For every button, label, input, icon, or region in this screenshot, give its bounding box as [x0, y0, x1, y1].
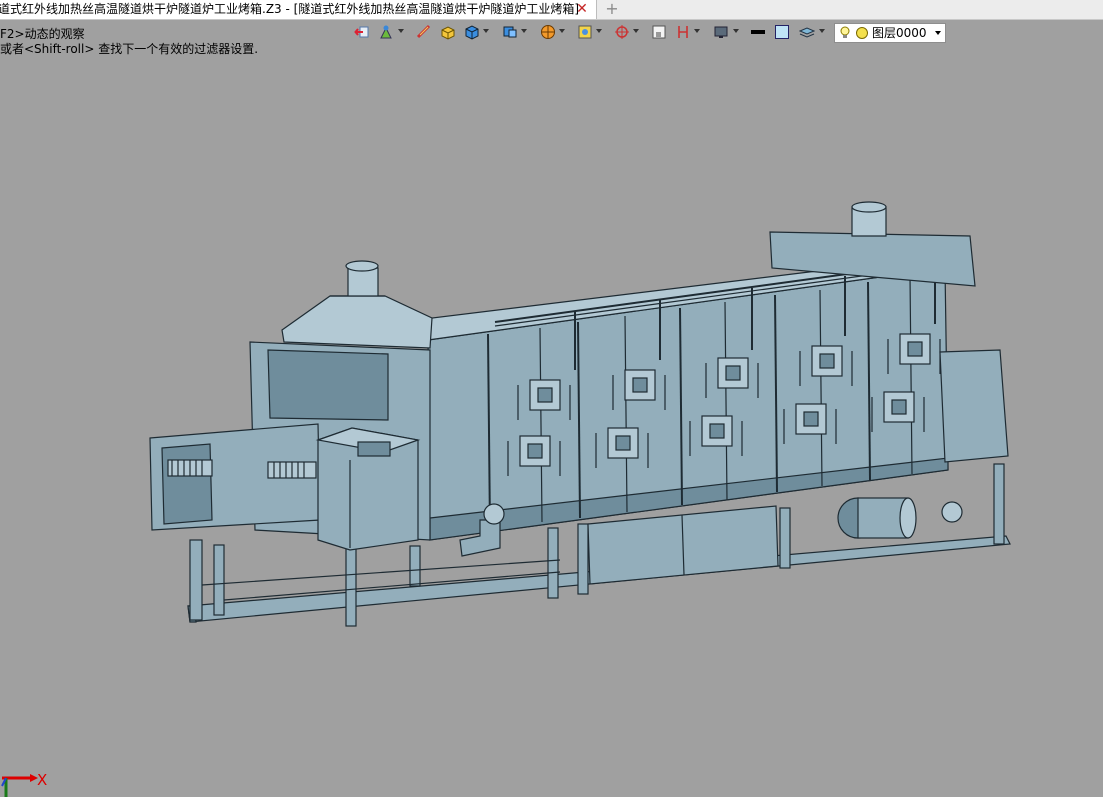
layer-select-arrow-icon[interactable]: [935, 31, 941, 35]
document-tab-title: 道式红外线加热丝高温隧道烘干炉隧道炉工业烤箱.Z3 - [隧道式红外线加热丝高温…: [0, 2, 579, 16]
pivot-icon[interactable]: [614, 24, 630, 40]
views-icon[interactable]: [502, 24, 518, 40]
document-tab[interactable]: 道式红外线加热丝高温隧道烘干炉隧道炉工业烤箱.Z3 - [隧道式红外线加热丝高温…: [0, 0, 597, 19]
box-solid-icon[interactable]: [440, 24, 456, 40]
pivot-dropdown-icon[interactable]: [633, 29, 639, 33]
shade-icon[interactable]: [577, 24, 593, 40]
hint-line-2: 或者<Shift-roll> 查找下一个有效的过滤器设置.: [0, 42, 259, 56]
lightbulb-icon[interactable]: [839, 26, 851, 40]
model-viewport[interactable]: .f { fill:#93aebb; stroke:#1e2b33; strok…: [0, 56, 1103, 797]
cube-dropdown-icon[interactable]: [483, 29, 489, 33]
layer-dropdown-icon[interactable]: [819, 29, 825, 33]
axis-x-label: X: [37, 771, 47, 789]
document-tab-bar: 道式红外线加热丝高温隧道烘干炉隧道炉工业烤箱.Z3 - [隧道式红外线加热丝高温…: [0, 0, 1103, 20]
face-color-icon[interactable]: [774, 24, 790, 40]
bracket-dropdown-icon[interactable]: [694, 29, 700, 33]
layer-color-swatch: [856, 27, 868, 39]
paint-dropdown-icon[interactable]: [398, 29, 404, 33]
display-icon[interactable]: [713, 24, 729, 40]
axis-indicator: X: [1, 771, 47, 797]
layer-selector[interactable]: 图层0000: [834, 23, 946, 43]
add-tab-icon[interactable]: +: [604, 0, 620, 19]
sphere-dropdown-icon[interactable]: [559, 29, 565, 33]
lower-doors: [587, 505, 779, 585]
sphere-icon[interactable]: [540, 24, 556, 40]
bracket-icon[interactable]: [675, 24, 691, 40]
shade-dropdown-icon[interactable]: [596, 29, 602, 33]
paint-icon[interactable]: [378, 24, 394, 40]
display-dropdown-icon[interactable]: [733, 29, 739, 33]
ruler-icon[interactable]: [416, 24, 432, 40]
line-color-icon[interactable]: [750, 24, 766, 40]
views-dropdown-icon[interactable]: [521, 29, 527, 33]
cube-icon[interactable]: [464, 24, 480, 40]
fit-icon[interactable]: [651, 24, 667, 40]
close-tab-icon[interactable]: ✕: [573, 0, 591, 19]
control-cabinet: [315, 427, 421, 551]
back-icon[interactable]: [354, 24, 370, 40]
motor: [837, 497, 963, 539]
entrance-conveyor: [149, 423, 321, 531]
layer-icon[interactable]: [799, 24, 815, 40]
oven-model[interactable]: [149, 201, 1011, 627]
layer-name: 图层0000: [872, 26, 927, 40]
